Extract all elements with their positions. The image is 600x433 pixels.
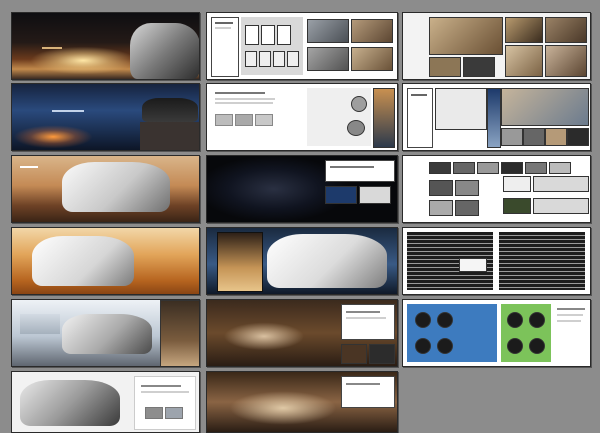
caption-text (20, 166, 38, 168)
brochure-spread-14 (206, 299, 398, 367)
interior-photo (505, 45, 543, 77)
suv-rock-image (62, 162, 170, 212)
interior-photo (501, 88, 589, 126)
detail-thumb (325, 186, 357, 204)
suv-front-image (130, 23, 199, 79)
suv-white-image (267, 234, 387, 288)
brochure-spread-6 (402, 83, 591, 151)
text-panel (211, 17, 239, 77)
blue-light-image (487, 88, 501, 148)
chassis-image (20, 380, 120, 426)
detail-thumb (369, 344, 395, 364)
seat-layout-panel (241, 17, 303, 75)
car-thumb (503, 176, 531, 192)
green-panel (501, 304, 551, 362)
interior-photo (505, 17, 543, 43)
text-panel (341, 376, 395, 408)
detail-thumb (341, 344, 367, 364)
suv-dune-image (32, 236, 134, 286)
brochure-spread-2 (206, 12, 398, 80)
brochure-spread-10 (11, 227, 200, 295)
interior-photo (545, 45, 587, 77)
brochure-spread-15 (402, 299, 591, 367)
spec-table-right (499, 232, 585, 290)
brochure-spread-12 (402, 227, 591, 295)
text-panel (341, 304, 395, 340)
cargo-photo (351, 47, 393, 71)
cargo-photo (351, 19, 393, 43)
suv-side-image (142, 98, 198, 122)
detail-thumb (359, 186, 391, 204)
cargo-photo (307, 47, 349, 71)
caption-text (52, 110, 84, 112)
suv-silver-image (62, 314, 152, 354)
brochure-spread-5 (206, 83, 398, 151)
brochure-spread-4 (11, 83, 200, 151)
text-panel (407, 88, 433, 148)
thumb-strip (429, 162, 587, 174)
door-open-image (217, 232, 263, 292)
brochure-spread-9 (402, 155, 591, 223)
brochure-spread-13 (11, 299, 200, 367)
brochure-spread-17 (206, 371, 398, 433)
brochure-spread-11 (206, 227, 398, 295)
sunset-photo (373, 88, 395, 148)
interior-photo (429, 17, 503, 55)
text-panel (325, 160, 395, 182)
interior-photo (463, 57, 495, 77)
brochure-spread-7 (11, 155, 200, 223)
caption-text (42, 47, 62, 49)
cargo-photo (307, 19, 349, 43)
feature-panel (307, 88, 371, 146)
text-panel (134, 376, 196, 430)
brochure-spread-16 (11, 371, 200, 433)
interior-photo (429, 57, 461, 77)
car-thumb (503, 198, 531, 214)
interior-thumb (160, 300, 199, 366)
brochure-spread-3 (402, 12, 591, 80)
brochure-spread-1 (11, 12, 200, 80)
brochure-spread-8 (206, 155, 398, 223)
seat-detail-image (435, 88, 487, 130)
interior-photo (545, 17, 587, 43)
blue-panel (407, 304, 497, 362)
